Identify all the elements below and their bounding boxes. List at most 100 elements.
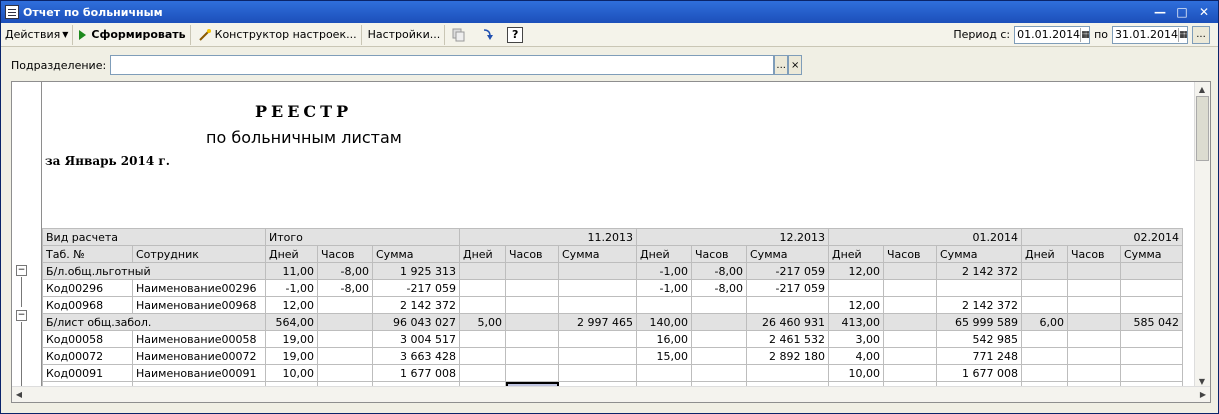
value-cell[interactable] xyxy=(883,330,937,348)
value-cell[interactable] xyxy=(636,364,692,382)
value-cell[interactable] xyxy=(1021,347,1068,365)
value-cell[interactable] xyxy=(883,364,937,382)
table-row[interactable]: Код00091 Наименование00091 10,00 1 677 008 1… xyxy=(42,364,1183,382)
employee-code[interactable]: Код00091 xyxy=(42,364,133,382)
value-cell[interactable] xyxy=(1067,296,1121,314)
employee-code[interactable]: Код00968 xyxy=(42,296,133,314)
value-cell[interactable]: 2 142 372 xyxy=(936,262,1022,280)
value-cell[interactable] xyxy=(505,364,559,382)
employee-name[interactable]: Наименование00058 xyxy=(132,330,266,348)
value-cell[interactable] xyxy=(746,364,829,382)
value-cell[interactable]: 542 985 xyxy=(936,330,1022,348)
value-cell[interactable] xyxy=(1021,279,1068,297)
value-cell[interactable]: 140,00 xyxy=(636,313,692,331)
value-cell[interactable] xyxy=(1021,330,1068,348)
value-cell[interactable]: 2 142 372 xyxy=(372,296,460,314)
value-cell[interactable] xyxy=(1067,347,1121,365)
value-cell[interactable]: 2 461 532 xyxy=(746,330,829,348)
report-sheet[interactable]: − − РЕЕСТР по больничным листам за Январ… xyxy=(11,81,1211,403)
scroll-thumb[interactable] xyxy=(1196,96,1209,161)
value-cell[interactable] xyxy=(828,279,884,297)
value-cell[interactable]: 16,00 xyxy=(636,330,692,348)
value-cell[interactable]: 413,00 xyxy=(828,313,884,331)
value-cell[interactable] xyxy=(1120,279,1183,297)
employee-code[interactable]: Код00058 xyxy=(42,330,133,348)
value-cell[interactable] xyxy=(317,296,373,314)
maximize-icon[interactable]: □ xyxy=(1174,4,1190,20)
vertical-scrollbar[interactable]: ▲ ▼ xyxy=(1194,82,1210,388)
date-to-field[interactable]: 31.01.2014 ▦ xyxy=(1112,25,1188,44)
period-select-button[interactable]: ... xyxy=(1192,25,1210,44)
value-cell[interactable] xyxy=(691,330,747,348)
table-row[interactable]: Код00058 Наименование00058 19,00 3 004 517 1… xyxy=(42,330,1183,348)
value-cell[interactable]: 19,00 xyxy=(265,330,318,348)
copy-button[interactable] xyxy=(447,25,473,45)
value-cell[interactable]: 3 004 517 xyxy=(372,330,460,348)
value-cell[interactable]: 4,00 xyxy=(828,347,884,365)
value-cell[interactable] xyxy=(1021,262,1068,280)
value-cell[interactable] xyxy=(505,347,559,365)
value-cell[interactable] xyxy=(1067,262,1121,280)
value-cell[interactable]: 1 677 008 xyxy=(936,364,1022,382)
value-cell[interactable] xyxy=(317,347,373,365)
value-cell[interactable]: 12,00 xyxy=(265,296,318,314)
value-cell[interactable] xyxy=(505,313,559,331)
value-cell[interactable] xyxy=(1120,364,1183,382)
value-cell[interactable]: 5,00 xyxy=(459,313,506,331)
value-cell[interactable]: 26 460 931 xyxy=(746,313,829,331)
value-cell[interactable] xyxy=(691,313,747,331)
value-cell[interactable] xyxy=(1067,364,1121,382)
value-cell[interactable] xyxy=(691,364,747,382)
value-cell[interactable]: 65 999 589 xyxy=(936,313,1022,331)
collapse-icon[interactable]: − xyxy=(16,265,27,276)
value-cell[interactable]: 564,00 xyxy=(265,313,318,331)
value-cell[interactable] xyxy=(558,330,637,348)
date-from-field[interactable]: 01.01.2014 ▦ xyxy=(1014,25,1091,44)
value-cell[interactable] xyxy=(459,347,506,365)
actions-menu[interactable]: Действия ▼ xyxy=(1,24,74,45)
group-name[interactable]: Б/лист общ.забол. xyxy=(42,313,266,331)
refresh-button[interactable] xyxy=(475,25,501,45)
value-cell[interactable]: 19,00 xyxy=(265,347,318,365)
value-cell[interactable]: -1,00 xyxy=(265,279,318,297)
calendar-icon[interactable]: ▦ xyxy=(1177,27,1188,42)
value-cell[interactable] xyxy=(936,279,1022,297)
group-row[interactable]: Б/лист общ.забол. 564,00 96 043 027 5,00 2 9… xyxy=(42,313,1183,331)
value-cell[interactable] xyxy=(1067,279,1121,297)
value-cell[interactable]: -217 059 xyxy=(746,279,829,297)
value-cell[interactable] xyxy=(1067,313,1121,331)
value-cell[interactable]: 2 142 372 xyxy=(936,296,1022,314)
value-cell[interactable] xyxy=(636,296,692,314)
employee-code[interactable]: Код00296 xyxy=(42,279,133,297)
value-cell[interactable] xyxy=(505,262,559,280)
value-cell[interactable] xyxy=(1120,262,1183,280)
value-cell[interactable] xyxy=(883,313,937,331)
employee-name[interactable]: Наименование00296 xyxy=(132,279,266,297)
value-cell[interactable]: -1,00 xyxy=(636,262,692,280)
value-cell[interactable] xyxy=(505,279,559,297)
value-cell[interactable]: 1 677 008 xyxy=(372,364,460,382)
value-cell[interactable]: 15,00 xyxy=(636,347,692,365)
calendar-icon[interactable]: ▦ xyxy=(1080,27,1090,42)
value-cell[interactable]: 12,00 xyxy=(828,262,884,280)
value-cell[interactable] xyxy=(1021,296,1068,314)
settings-button[interactable]: Настройки... xyxy=(364,24,446,45)
value-cell[interactable]: 12,00 xyxy=(828,296,884,314)
value-cell[interactable] xyxy=(691,296,747,314)
value-cell[interactable] xyxy=(746,296,829,314)
constructor-button[interactable]: Конструктор настроек... xyxy=(193,24,362,45)
value-cell[interactable]: 2 997 465 xyxy=(558,313,637,331)
table-row[interactable]: Код00072 Наименование00072 19,00 3 663 428 1… xyxy=(42,347,1183,365)
group-name[interactable]: Б/л.общ.льготный xyxy=(42,262,266,280)
department-clear-button[interactable]: × xyxy=(788,55,803,75)
value-cell[interactable] xyxy=(558,364,637,382)
horizontal-scrollbar[interactable]: ◀ ▶ xyxy=(12,386,1210,402)
employee-name[interactable]: Наименование00072 xyxy=(132,347,266,365)
value-cell[interactable]: 3 663 428 xyxy=(372,347,460,365)
value-cell[interactable] xyxy=(883,262,937,280)
value-cell[interactable]: -8,00 xyxy=(317,279,373,297)
value-cell[interactable] xyxy=(317,330,373,348)
value-cell[interactable]: 10,00 xyxy=(265,364,318,382)
value-cell[interactable]: -217 059 xyxy=(372,279,460,297)
value-cell[interactable] xyxy=(505,296,559,314)
